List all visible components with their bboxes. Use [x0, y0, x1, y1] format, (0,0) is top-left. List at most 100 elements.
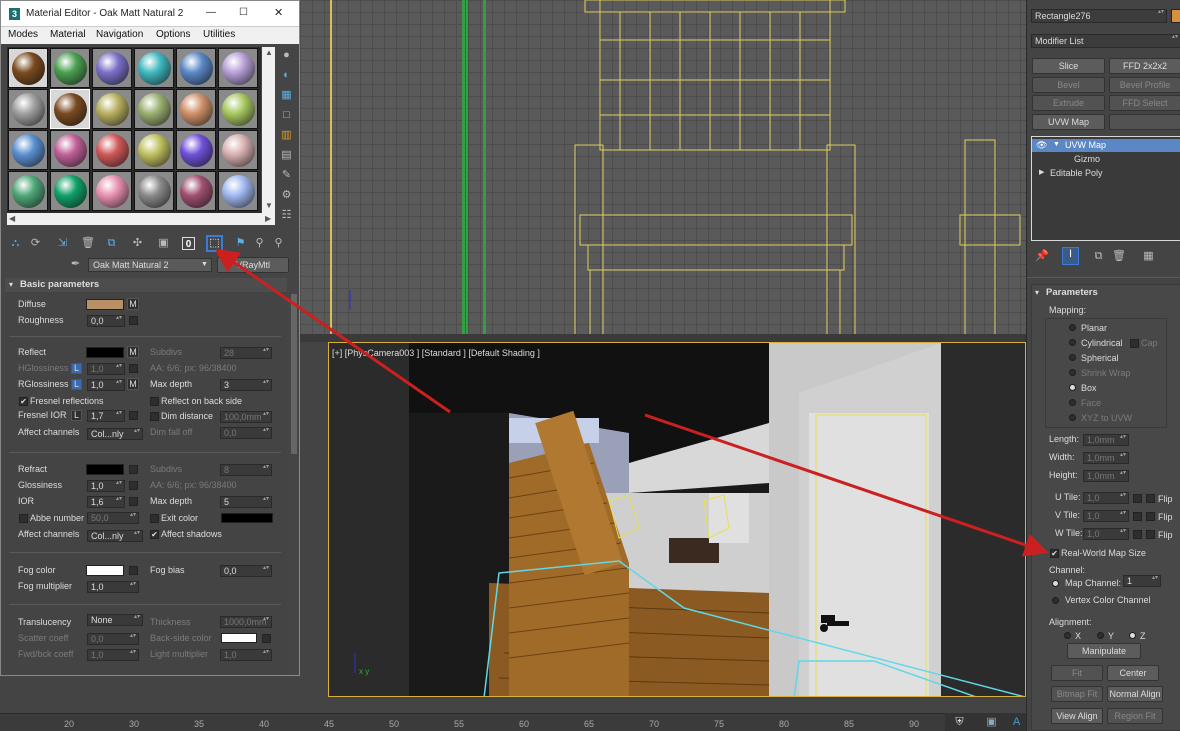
reflect-swatch[interactable]	[86, 347, 124, 358]
normal-align-button[interactable]: Normal Align	[1107, 686, 1163, 702]
v-flip-checkbox[interactable]	[1146, 512, 1155, 521]
extrude-button[interactable]: Extrude	[1032, 95, 1105, 111]
refract-max-depth-spinner[interactable]: 5	[220, 496, 272, 508]
title-bar[interactable]: 3 Material Editor - Oak Matt Natural 2 —…	[1, 1, 299, 27]
sample-slot[interactable]	[218, 130, 258, 170]
real-world-map-size-checkbox[interactable]: ✔	[1050, 549, 1059, 558]
hglossiness-map-button[interactable]	[129, 364, 138, 373]
v-tile-checkbox[interactable]	[1133, 512, 1142, 521]
stack-item-editable-poly[interactable]: Editable Poly	[1050, 167, 1103, 179]
view-align-button[interactable]: View Align	[1051, 708, 1103, 724]
planar-radio[interactable]	[1069, 324, 1076, 331]
stack-item-gizmo[interactable]: Gizmo	[1074, 153, 1100, 165]
map-channel-radio[interactable]	[1052, 580, 1059, 587]
sample-slot[interactable]	[92, 130, 132, 170]
height-spinner[interactable]: 1,0mm	[1083, 470, 1129, 482]
fresnel-ior-spinner[interactable]: 1,7	[87, 410, 125, 422]
object-color-swatch[interactable]	[1171, 9, 1180, 23]
sample-slot[interactable]	[8, 48, 48, 88]
sample-slot[interactable]	[134, 89, 174, 129]
background-icon[interactable]: ▦	[280, 89, 293, 102]
put-to-library-icon[interactable]: ▣	[157, 237, 170, 250]
fog-color-map-button[interactable]	[129, 566, 138, 575]
scroll-up-icon[interactable]: ▲	[265, 47, 273, 59]
fog-color-swatch[interactable]	[86, 565, 124, 576]
map-channel-spinner[interactable]: 1	[1123, 575, 1161, 587]
shrink-wrap-radio[interactable]	[1069, 369, 1076, 376]
roughness-spinner[interactable]: 0,0	[87, 315, 125, 327]
remove-modifier-icon[interactable]: 🗑	[1112, 250, 1126, 263]
sample-slot[interactable]	[218, 171, 258, 211]
sample-slot[interactable]	[50, 48, 90, 88]
stack-item-uvw-map[interactable]: 👁 ▼ UVW Map	[1032, 139, 1180, 152]
menu-material[interactable]: Material	[50, 29, 86, 41]
slice-button[interactable]: Slice	[1032, 58, 1105, 74]
show-shaded-material-icon[interactable]: ⬚	[206, 235, 223, 252]
width-spinner[interactable]: 1,0mm	[1083, 452, 1129, 464]
bevel-button[interactable]: Bevel	[1032, 77, 1105, 93]
sample-slot[interactable]	[8, 171, 48, 211]
sample-slot[interactable]	[218, 89, 258, 129]
options-icon[interactable]: ✎	[280, 169, 293, 182]
abbe-checkbox[interactable]	[19, 514, 28, 523]
align-x-radio[interactable]	[1064, 632, 1071, 639]
fit-button[interactable]: Fit	[1051, 665, 1103, 681]
rglossiness-spinner[interactable]: 1,0	[87, 379, 125, 391]
abbe-spinner[interactable]: 50,0	[87, 512, 139, 524]
rollout-header[interactable]: ▾ Basic parameters	[5, 278, 287, 292]
face-radio[interactable]	[1069, 399, 1076, 406]
hglossiness-lock-button[interactable]: L	[71, 363, 82, 374]
top-viewport[interactable]: z	[300, 0, 1026, 340]
max-depth-spinner[interactable]: 3	[220, 379, 272, 391]
go-to-parent-icon[interactable]: ⚲	[253, 237, 266, 250]
fresnel-ior-map-button[interactable]	[129, 411, 138, 420]
sample-slot[interactable]	[134, 171, 174, 211]
sample-slot[interactable]	[92, 89, 132, 129]
reflect-back-checkbox[interactable]	[150, 397, 159, 406]
expand-icon[interactable]: ▼	[1053, 139, 1060, 151]
box-radio[interactable]	[1069, 384, 1076, 391]
diffuse-map-button[interactable]: M	[127, 298, 139, 310]
object-name-field[interactable]: Rectangle276	[1031, 9, 1167, 23]
refract-swatch[interactable]	[86, 464, 124, 475]
affect-channels-dropdown[interactable]: Col...nly	[87, 428, 143, 440]
affect-shadows-checkbox[interactable]: ✔	[150, 530, 159, 539]
menu-utilities[interactable]: Utilities	[203, 29, 235, 41]
scatter-coeff-spinner[interactable]: 0,0	[87, 633, 139, 645]
u-tile-checkbox[interactable]	[1133, 494, 1142, 503]
center-button[interactable]: Center	[1107, 665, 1159, 681]
w-flip-checkbox[interactable]	[1146, 530, 1155, 539]
dim-distance-checkbox[interactable]	[150, 412, 159, 421]
eye-icon[interactable]: 👁	[1036, 139, 1047, 151]
assign-to-selection-icon[interactable]: ⇲	[56, 237, 69, 250]
material-navigator-icon[interactable]: ☷	[280, 209, 293, 222]
light-multiplier-spinner[interactable]: 1,0	[220, 649, 272, 661]
sample-slot[interactable]	[50, 171, 90, 211]
fresnel-ior-lock-button[interactable]: L	[71, 410, 82, 421]
align-z-radio[interactable]	[1129, 632, 1136, 639]
show-end-result-icon[interactable]: I	[1062, 247, 1079, 265]
bitmap-fit-button[interactable]: Bitmap Fit	[1051, 686, 1103, 702]
select-by-material-icon[interactable]: ⚙	[280, 189, 293, 202]
go-forward-sibling-icon[interactable]: ⚲	[272, 237, 285, 250]
uv-tiling-icon[interactable]: □	[280, 109, 293, 122]
refract-affect-channels-dropdown[interactable]: Col...nly	[87, 530, 143, 542]
diffuse-swatch[interactable]	[86, 299, 124, 310]
rollout-header[interactable]: ▾ Parameters	[1032, 286, 1180, 300]
exit-color-swatch[interactable]	[221, 513, 273, 523]
sample-slot[interactable]	[92, 48, 132, 88]
sample-slot[interactable]	[176, 48, 216, 88]
timeline-ruler[interactable]: 203035404550556065707580859095100	[0, 713, 1054, 731]
save-icon[interactable]: ▣	[985, 716, 998, 729]
autodesk-icon[interactable]: A	[1010, 716, 1023, 729]
close-button[interactable]: ✕	[274, 7, 283, 19]
sample-slot[interactable]	[218, 48, 258, 88]
back-side-color-swatch[interactable]	[221, 633, 257, 643]
shield-icon[interactable]: ⛨	[953, 716, 966, 729]
fwd-bck-coeff-spinner[interactable]: 1,0	[87, 649, 139, 661]
reflect-map-button[interactable]: M	[127, 346, 139, 358]
sample-slot[interactable]	[176, 89, 216, 129]
configure-modifier-sets-icon[interactable]: ▦	[1142, 250, 1155, 263]
sample-slot[interactable]	[92, 171, 132, 211]
glossiness-map-button[interactable]	[129, 481, 138, 490]
